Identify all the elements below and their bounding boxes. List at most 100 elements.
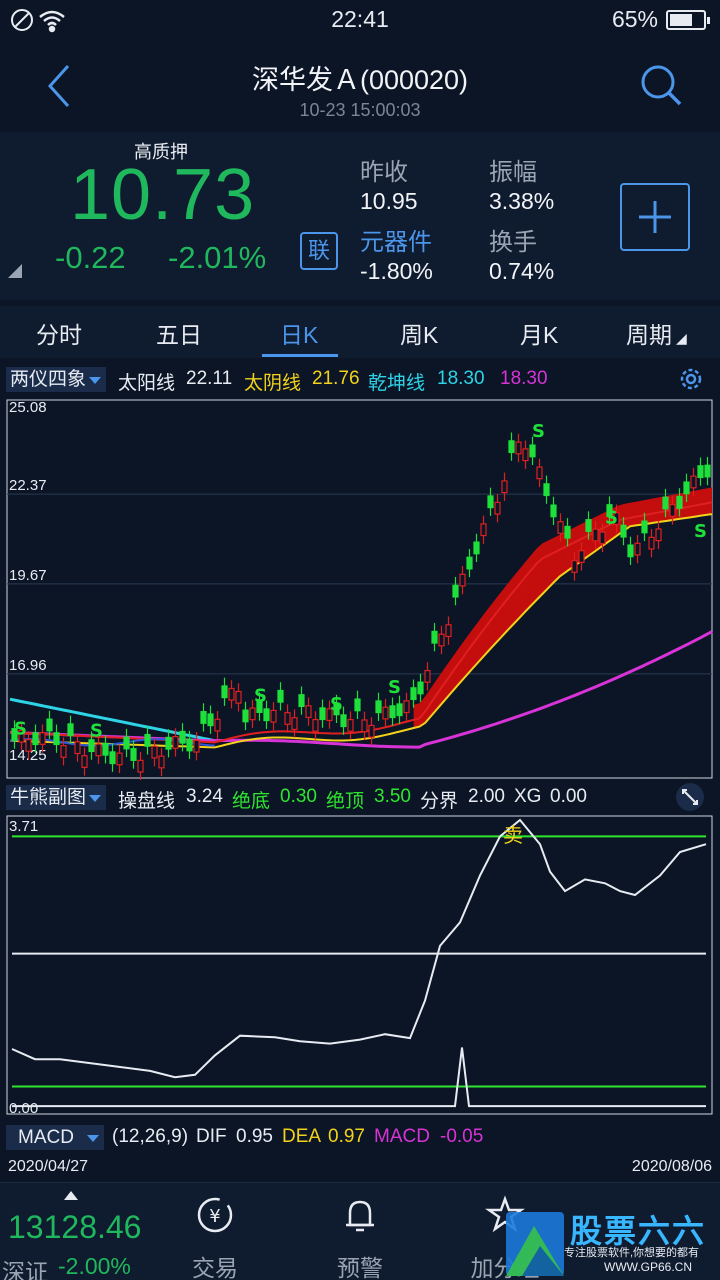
candle-body bbox=[137, 759, 144, 773]
watermark-subtitle: 专注股票软件,你想要的都有 bbox=[564, 1247, 700, 1259]
top-line-label: 绝顶 bbox=[326, 791, 365, 812]
dea-label: DEA bbox=[282, 1126, 322, 1147]
period-dropdown-icon: ◢ bbox=[676, 330, 687, 346]
candle-body bbox=[263, 708, 270, 722]
candle-body bbox=[529, 444, 536, 458]
add-watchlist-button[interactable] bbox=[620, 183, 690, 251]
candlestick-chart[interactable]: 25.0822.3719.6716.9614.25S SS SSSSS bbox=[0, 396, 720, 780]
main-indicator-select[interactable]: 两仪四象 bbox=[6, 367, 107, 392]
candle-body bbox=[704, 464, 711, 478]
expand-chart-icon[interactable] bbox=[674, 782, 706, 812]
macd-select[interactable]: MACD bbox=[6, 1125, 104, 1150]
price-change: -0.22 bbox=[55, 240, 126, 275]
y-tick-label: 3.71 bbox=[9, 818, 38, 835]
candle-body bbox=[501, 480, 508, 494]
main-indicator-bar: 两仪四象 太阳线 22.11 太阴线 21.76 乾坤线 18.30 18.30 bbox=[0, 364, 720, 394]
top-line-value: 3.50 bbox=[374, 786, 411, 807]
tab-five-day[interactable]: 五日 bbox=[156, 316, 202, 350]
candle-body bbox=[592, 528, 599, 542]
moon-line-value: 21.76 bbox=[312, 368, 360, 389]
sub-indicator-bar: 牛熊副图 操盘线 3.24 绝底 0.30 绝顶 3.50 分界 2.00 XG… bbox=[0, 782, 720, 812]
candle-body bbox=[403, 700, 410, 714]
stat-value-amplitude: 3.38% bbox=[489, 188, 555, 214]
tab-monthly-k[interactable]: 月K bbox=[520, 316, 558, 350]
candle-body bbox=[662, 496, 669, 510]
xg-line bbox=[12, 1047, 706, 1108]
candle-body bbox=[305, 705, 312, 719]
divider-line-value: 2.00 bbox=[468, 786, 505, 807]
candle-body bbox=[249, 707, 256, 721]
expand-corner-icon[interactable] bbox=[8, 264, 22, 278]
sell-signal-marker: S bbox=[14, 719, 27, 740]
stat-value-sector: -1.80% bbox=[360, 258, 433, 284]
candle-body bbox=[697, 465, 704, 479]
candle-body bbox=[543, 483, 550, 497]
y-tick-label: 22.37 bbox=[9, 477, 47, 494]
bell-icon bbox=[346, 1200, 374, 1232]
tab-weekly-k[interactable]: 周K bbox=[400, 316, 438, 350]
candle-body bbox=[179, 730, 186, 744]
candle-body bbox=[193, 739, 200, 753]
active-tab-indicator bbox=[262, 354, 338, 357]
stat-value-prev-close: 10.95 bbox=[360, 188, 418, 214]
sun-line-value: 22.11 bbox=[186, 368, 233, 389]
xg-value: 0.00 bbox=[550, 786, 587, 807]
stat-label-sector[interactable]: 元器件 bbox=[360, 222, 432, 257]
date-axis: 2020/04/27 2020/08/06 bbox=[0, 1156, 720, 1180]
xg-label: XG bbox=[514, 786, 542, 807]
sell-signal-marker: S bbox=[90, 720, 103, 741]
macd-indicator-bar: MACD (12,26,9) DIF 0.95 DEA 0.97 MACD -0… bbox=[0, 1122, 720, 1152]
expand-up-icon[interactable] bbox=[64, 1191, 78, 1200]
sell-signal-marker: S bbox=[532, 421, 545, 442]
candle-body bbox=[669, 504, 676, 517]
candle-body bbox=[144, 733, 151, 747]
battery-icon bbox=[666, 10, 710, 30]
candle-body bbox=[648, 536, 655, 550]
candle-body bbox=[466, 556, 473, 570]
sun-line-label: 太阳线 bbox=[118, 373, 176, 394]
alert-label: 预警 bbox=[337, 1255, 383, 1280]
candle-body bbox=[445, 624, 452, 638]
sell-signal-marker: S bbox=[694, 521, 707, 542]
settings-gear-icon[interactable] bbox=[676, 364, 706, 394]
quote-panel: 高质押 10.73 -0.22 -2.01% 联 昨收 10.95 振幅 3.3… bbox=[0, 132, 720, 300]
candle-body bbox=[389, 705, 396, 719]
bottom-line-value: 0.30 bbox=[280, 786, 317, 807]
index-value[interactable]: 13128.46 bbox=[8, 1209, 141, 1246]
candle-body bbox=[508, 440, 515, 454]
quote-time: 10-23 15:00:03 bbox=[299, 100, 421, 120]
qiankun-line bbox=[9, 630, 713, 749]
candle-body bbox=[81, 755, 88, 768]
candle-body bbox=[270, 709, 277, 723]
candle-body bbox=[284, 712, 291, 725]
candle-body bbox=[186, 738, 193, 752]
search-icon[interactable] bbox=[638, 62, 684, 108]
sub-indicator-select[interactable]: 牛熊副图 bbox=[6, 785, 107, 810]
candle-body bbox=[354, 698, 361, 712]
tab-period-label: 周期 bbox=[626, 322, 672, 348]
sell-signal-marker: S bbox=[605, 508, 618, 529]
tab-period[interactable]: 周期 ◢ bbox=[626, 316, 687, 350]
linked-button[interactable]: 联 bbox=[300, 232, 338, 270]
candle-body bbox=[480, 523, 487, 537]
subchart-frame bbox=[6, 815, 713, 1115]
index-change: -2.00% bbox=[58, 1253, 131, 1279]
candle-body bbox=[620, 524, 627, 538]
operate-line-label: 操盘线 bbox=[118, 791, 176, 812]
sell-signal-marker: S bbox=[254, 685, 267, 706]
tab-intraday[interactable]: 分时 bbox=[36, 316, 82, 350]
candle-body bbox=[67, 723, 74, 737]
trade-button[interactable]: ¥ 交易 bbox=[160, 1183, 270, 1280]
sell-label: 卖 bbox=[503, 823, 523, 847]
candle-body bbox=[564, 525, 571, 539]
alert-button[interactable]: 预警 bbox=[305, 1183, 415, 1280]
candle-body bbox=[578, 550, 585, 563]
stat-label-prev-close: 昨收 bbox=[360, 159, 408, 186]
candle-body bbox=[368, 724, 375, 738]
candle-body bbox=[473, 541, 480, 555]
candle-body bbox=[291, 717, 298, 730]
candle-body bbox=[634, 542, 641, 556]
candle-body bbox=[585, 519, 592, 532]
bull-bear-subchart[interactable]: 3.71 0.00 卖 bbox=[0, 814, 720, 1120]
tab-daily-k[interactable]: 日K bbox=[280, 316, 318, 350]
